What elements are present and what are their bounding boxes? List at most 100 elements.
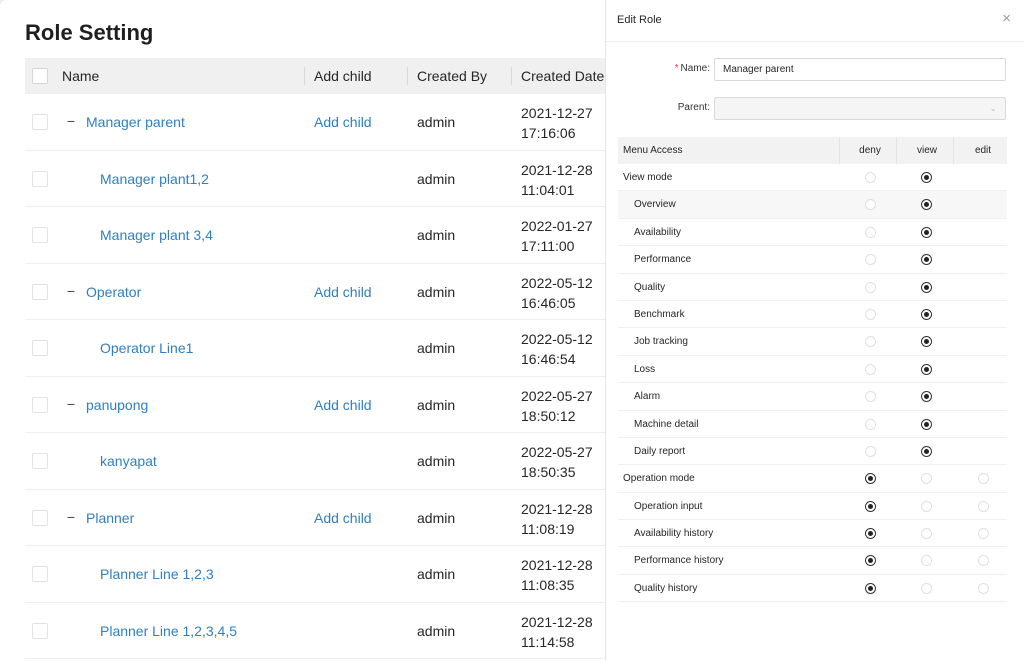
table-row[interactable]: kanyapat admin 2022-05-27 18:50:35 [25, 433, 605, 490]
role-name-link[interactable]: Manager parent [86, 94, 185, 150]
column-divider [953, 137, 954, 164]
row-checkbox[interactable] [32, 227, 48, 243]
table-row[interactable]: − Planner Add child admin 2021-12-28 11:08:19 [25, 490, 605, 546]
row-checkbox[interactable] [32, 453, 48, 469]
table-row[interactable]: Manager plant1,2 admin 2021-12-28 11:04:01 [25, 151, 605, 207]
edit-radio[interactable] [978, 500, 989, 512]
row-checkbox[interactable] [32, 509, 48, 526]
created-date: 2022-05-27 [521, 387, 593, 404]
view-radio[interactable] [921, 336, 932, 348]
column-header-add-child[interactable]: Add child [314, 58, 372, 94]
view-radio[interactable] [921, 308, 932, 320]
view-radio[interactable] [921, 172, 932, 183]
view-radio[interactable] [921, 555, 932, 567]
role-name-link[interactable]: Operator Line1 [100, 320, 193, 376]
view-radio[interactable] [921, 528, 932, 540]
row-checkbox[interactable] [32, 170, 48, 187]
add-child-link[interactable]: Add child [314, 377, 372, 433]
table-row[interactable]: Operator Line1 admin 2022-05-12 16:46:54 [25, 320, 605, 377]
role-name-link[interactable]: Planner Line 1,2,3,4,5 [100, 603, 237, 659]
table-row[interactable]: − Manager parent Add child admin 2021-12-27 1… [25, 94, 605, 151]
chevron-down-icon: ⌄ [989, 103, 997, 113]
deny-radio[interactable] [865, 500, 876, 512]
view-radio[interactable] [921, 500, 932, 512]
view-radio[interactable] [921, 473, 932, 485]
view-radio[interactable] [921, 445, 932, 457]
column-header-created-date[interactable]: Created Date [521, 58, 604, 94]
column-header-name[interactable]: Name [62, 58, 99, 94]
row-checkbox[interactable] [32, 283, 48, 300]
row-checkbox[interactable] [32, 622, 48, 639]
add-child-link[interactable]: Add child [314, 264, 372, 320]
row-checkbox[interactable] [32, 396, 48, 413]
edit-radio[interactable] [978, 555, 989, 567]
created-by-cell: admin [417, 396, 456, 413]
role-name-link[interactable]: panupong [86, 377, 148, 433]
column-divider [839, 137, 840, 164]
menu-label: Quality [634, 281, 666, 293]
role-name-link[interactable]: Manager plant 3,4 [100, 207, 213, 263]
column-header-created-by[interactable]: Created By [417, 58, 487, 94]
view-radio[interactable] [921, 254, 932, 266]
deny-radio[interactable] [865, 363, 876, 375]
table-row[interactable]: Manager plant 3,4 admin 2022-01-27 17:11:00 [25, 207, 605, 264]
created-time: 17:16:06 [521, 125, 576, 141]
edit-radio[interactable] [978, 582, 989, 594]
view-radio[interactable] [921, 391, 932, 403]
deny-radio[interactable] [865, 281, 876, 293]
role-name-link[interactable]: Planner [86, 490, 134, 546]
deny-radio[interactable] [865, 226, 876, 238]
created-date-cell: 2021-12-28 11:08:19 [521, 499, 593, 539]
row-checkbox[interactable] [32, 566, 48, 582]
collapse-icon[interactable]: − [65, 284, 77, 298]
collapse-icon[interactable]: − [65, 510, 77, 524]
deny-radio[interactable] [865, 473, 876, 485]
role-name-link[interactable]: Planner Line 1,2,3 [100, 546, 214, 602]
access-row: Job tracking [618, 328, 1007, 356]
name-input[interactable]: Manager parent [714, 58, 1006, 81]
view-radio[interactable] [921, 582, 932, 594]
view-radio[interactable] [921, 418, 932, 430]
deny-radio[interactable] [865, 418, 876, 430]
created-time: 11:08:35 [521, 577, 575, 593]
edit-radio[interactable] [978, 473, 989, 485]
deny-radio[interactable] [865, 445, 876, 457]
deny-radio[interactable] [865, 336, 876, 348]
add-child-link[interactable]: Add child [314, 490, 372, 546]
deny-radio[interactable] [865, 254, 876, 266]
select-all-checkbox[interactable] [32, 68, 48, 84]
deny-radio[interactable] [865, 528, 876, 540]
table-row[interactable]: − Operator Add child admin 2022-05-12 16:46:0… [25, 264, 605, 320]
created-date-cell: 2021-12-28 11:04:01 [521, 160, 593, 200]
view-radio[interactable] [921, 199, 932, 211]
edit-radio[interactable] [978, 528, 989, 540]
created-by-cell: admin [417, 227, 456, 243]
deny-radio[interactable] [865, 172, 876, 183]
role-name-link[interactable]: kanyapat [100, 433, 157, 489]
edit-role-drawer: Edit Role × * Name: Manager parent Parent… [605, 0, 1024, 661]
close-icon[interactable]: × [1002, 11, 1011, 27]
view-radio[interactable] [921, 281, 932, 293]
table-row[interactable]: Planner Line 1,2,3 admin 2021-12-28 11:08:3… [25, 546, 605, 603]
view-radio[interactable] [921, 363, 932, 375]
deny-radio[interactable] [865, 199, 876, 211]
deny-radio[interactable] [865, 308, 876, 320]
table-row[interactable]: Planner Line 1,2,3,4,5 admin 2021-12-28 11:… [25, 603, 605, 659]
deny-radio[interactable] [865, 582, 876, 594]
parent-select[interactable]: ⌄ [714, 97, 1006, 120]
view-radio[interactable] [921, 226, 932, 238]
access-row: Daily report [618, 438, 1007, 466]
add-child-link[interactable]: Add child [314, 94, 372, 150]
collapse-icon[interactable]: − [65, 397, 77, 411]
table-row[interactable]: − panupong Add child admin 2022-05-27 18:50:1… [25, 377, 605, 433]
menu-label: Operation input [634, 500, 703, 512]
created-date: 2021-12-28 [521, 613, 593, 630]
collapse-icon[interactable]: − [65, 114, 77, 128]
matrix-header-view: view [916, 145, 937, 156]
role-name-link[interactable]: Manager plant1,2 [100, 151, 209, 207]
row-checkbox[interactable] [32, 114, 48, 130]
row-checkbox[interactable] [32, 340, 48, 356]
role-name-link[interactable]: Operator [86, 264, 141, 320]
deny-radio[interactable] [865, 391, 876, 403]
deny-radio[interactable] [865, 555, 876, 567]
